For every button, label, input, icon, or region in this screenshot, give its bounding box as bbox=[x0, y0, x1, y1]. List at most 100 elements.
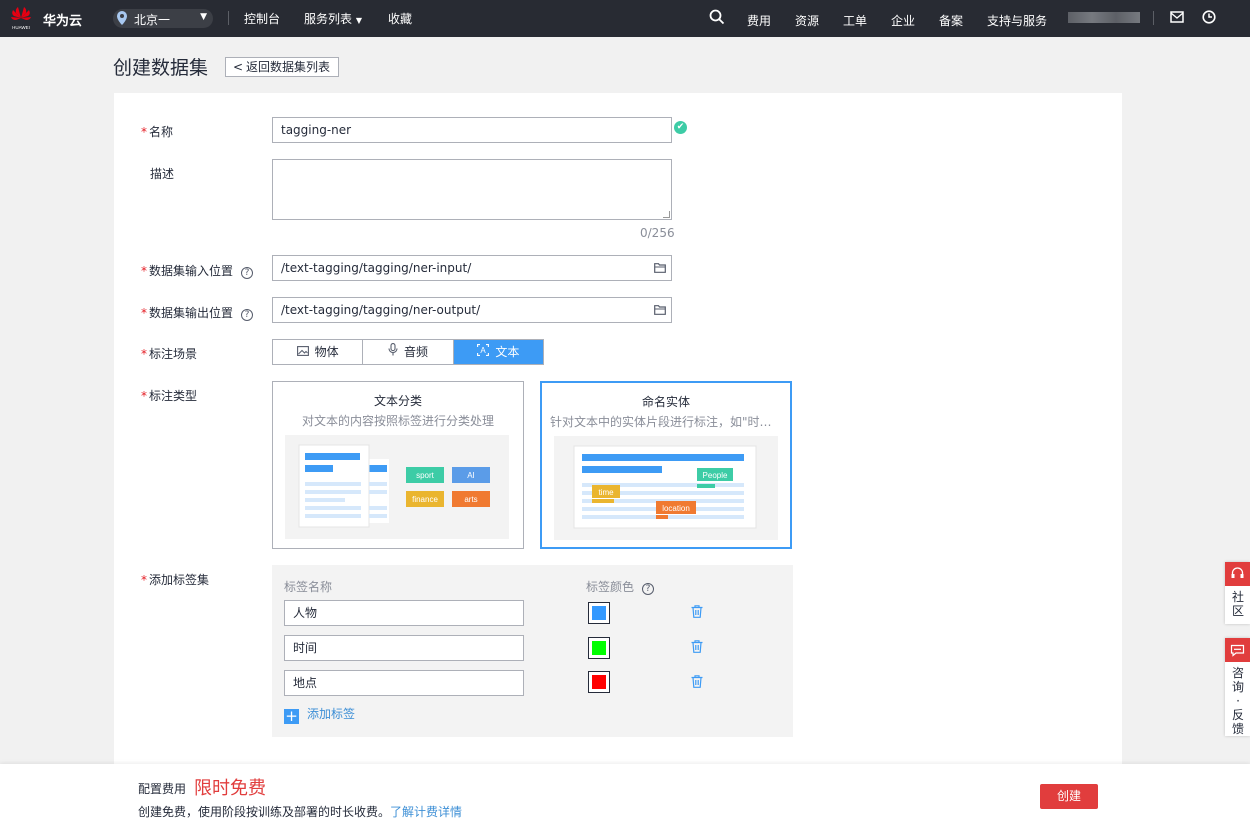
svg-text:AI: AI bbox=[467, 471, 475, 480]
fee-label: 配置费用 bbox=[138, 782, 187, 796]
add-tag-button[interactable]: + 添加标签 bbox=[284, 705, 355, 724]
nav-favorites[interactable]: 收藏 bbox=[388, 10, 412, 27]
svg-text:location: location bbox=[662, 504, 690, 513]
microphone-icon bbox=[388, 343, 398, 356]
nav-fees[interactable]: 费用 bbox=[747, 12, 771, 29]
scene-label-text: 标注场景 bbox=[149, 347, 198, 361]
input-location-label-text: 数据集输入位置 bbox=[149, 264, 234, 278]
help-icon[interactable]: ? bbox=[241, 267, 254, 279]
clock-icon[interactable] bbox=[1202, 10, 1216, 24]
name-input[interactable]: tagging-ner bbox=[272, 117, 672, 143]
svg-text:People: People bbox=[703, 471, 728, 480]
tag-color-picker[interactable] bbox=[588, 671, 610, 693]
tag-name-input[interactable]: 人物 bbox=[284, 600, 524, 626]
delete-icon[interactable] bbox=[691, 675, 703, 688]
nav-enterprise[interactable]: 企业 bbox=[891, 12, 915, 29]
feedback-side-tab[interactable]: 咨询·反馈 bbox=[1225, 638, 1250, 736]
back-to-dataset-list-button[interactable]: < 返回数据集列表 bbox=[225, 57, 339, 77]
tag-set-panel: 标签名称 标签颜色? 人物 时间 地点 + 添加标签 bbox=[272, 565, 793, 737]
type-card-text-classification[interactable]: 文本分类 对文本的内容按照标签进行分类处理 sport AI finance a bbox=[272, 381, 524, 549]
tag-set-label-text: 添加标签集 bbox=[149, 573, 210, 587]
scene-option-text-label: 文本 bbox=[495, 345, 520, 359]
page-title: 创建数据集 bbox=[113, 57, 209, 79]
tag-color-picker[interactable] bbox=[588, 637, 610, 659]
community-side-tab[interactable]: 社区 bbox=[1225, 562, 1250, 624]
name-label-text: 名称 bbox=[149, 125, 174, 139]
svg-text:HUAWEI: HUAWEI bbox=[12, 25, 30, 30]
description-textarea[interactable] bbox=[272, 159, 672, 220]
color-swatch bbox=[592, 606, 606, 620]
annotation-type-label: * 标注类型 bbox=[141, 387, 197, 404]
divider bbox=[228, 11, 229, 25]
help-icon[interactable]: ? bbox=[241, 309, 254, 321]
region-label: 北京一 bbox=[134, 13, 171, 27]
message-icon[interactable] bbox=[1170, 10, 1184, 24]
named-entity-illustration: People time location bbox=[554, 436, 778, 540]
folder-icon[interactable] bbox=[654, 263, 666, 273]
output-location-label-text: 数据集输出位置 bbox=[149, 306, 234, 320]
name-label: * 名称 bbox=[141, 123, 173, 140]
help-icon[interactable]: ? bbox=[642, 583, 655, 595]
nav-service-list-label: 服务列表 bbox=[304, 12, 353, 26]
location-pin-icon bbox=[117, 11, 127, 25]
top-nav: HUAWEI 华为云 北京一 ▼ 控制台 服务列表 ▼ 收藏 费用 资源 工单 … bbox=[0, 0, 1250, 37]
pricing-details-link[interactable]: 了解计费详情 bbox=[390, 805, 462, 819]
svg-text:A: A bbox=[481, 346, 487, 355]
scene-segmented-control: 物体 音频 A 文本 bbox=[272, 339, 544, 365]
svg-text:finance: finance bbox=[412, 495, 438, 504]
type-card-title: 命名实体 bbox=[641, 395, 690, 409]
required-mark: * bbox=[141, 306, 147, 320]
fee-note: 创建免费，使用阶段按训练及部署的时长收费。了解计费详情 bbox=[138, 803, 462, 820]
huawei-logo[interactable]: HUAWEI bbox=[10, 5, 32, 31]
svg-text:time: time bbox=[598, 488, 614, 497]
chevron-left-icon: < bbox=[233, 60, 244, 74]
nav-filing[interactable]: 备案 bbox=[939, 12, 963, 29]
input-location-value: /text-tagging/tagging/ner-input/ bbox=[281, 261, 472, 275]
resize-handle[interactable] bbox=[663, 211, 670, 218]
color-swatch bbox=[592, 675, 606, 689]
svg-text:sport: sport bbox=[416, 471, 435, 480]
search-icon[interactable] bbox=[709, 9, 725, 25]
delete-icon[interactable] bbox=[691, 605, 703, 618]
divider bbox=[1153, 11, 1154, 25]
scene-option-audio[interactable]: 音频 bbox=[363, 340, 454, 364]
description-counter: 0/256 bbox=[640, 226, 675, 240]
required-mark: * bbox=[141, 347, 147, 361]
type-card-description: 对文本的内容按照标签进行分类处理 bbox=[301, 414, 494, 428]
scene-option-object-label: 物体 bbox=[314, 345, 339, 359]
type-card-description: 针对文本中的实体片段进行标注，如"时间"、"地点"等 bbox=[550, 415, 782, 429]
tag-name-input[interactable]: 时间 bbox=[284, 635, 524, 661]
nav-console[interactable]: 控制台 bbox=[244, 10, 280, 27]
tag-color-picker[interactable] bbox=[588, 602, 610, 624]
fee-value: 限时免费 bbox=[194, 778, 266, 799]
community-label: 社区 bbox=[1232, 590, 1245, 618]
user-account-blurred[interactable] bbox=[1068, 12, 1140, 23]
text-icon: A bbox=[477, 344, 490, 356]
output-location-value: /text-tagging/tagging/ner-output/ bbox=[281, 303, 481, 317]
region-selector[interactable]: 北京一 ▼ bbox=[113, 9, 213, 28]
nav-service-list[interactable]: 服务列表 ▼ bbox=[304, 10, 362, 27]
plus-icon: + bbox=[284, 707, 299, 725]
nav-tickets[interactable]: 工单 bbox=[843, 12, 867, 29]
required-mark: * bbox=[141, 125, 147, 139]
footer-bar: 配置费用 限时免费 创建免费，使用阶段按训练及部署的时长收费。了解计费详情 创建 bbox=[0, 764, 1250, 823]
scene-option-object[interactable]: 物体 bbox=[273, 340, 364, 364]
brand-name[interactable]: 华为云 bbox=[43, 10, 82, 29]
headset-icon bbox=[1225, 562, 1250, 586]
tag-name-input[interactable]: 地点 bbox=[284, 670, 524, 696]
folder-icon[interactable] bbox=[654, 305, 666, 315]
text-classification-illustration: sport AI finance arts bbox=[285, 435, 509, 539]
input-location-field[interactable]: /text-tagging/tagging/ner-input/ bbox=[272, 255, 672, 281]
nav-support[interactable]: 支持与服务 bbox=[987, 12, 1047, 29]
delete-icon[interactable] bbox=[691, 640, 703, 653]
annotation-type-label-text: 标注类型 bbox=[149, 389, 198, 403]
tag-set-label: * 添加标签集 bbox=[141, 571, 209, 588]
scene-option-audio-label: 音频 bbox=[403, 345, 428, 359]
output-location-field[interactable]: /text-tagging/tagging/ner-output/ bbox=[272, 297, 672, 323]
nav-resources[interactable]: 资源 bbox=[795, 12, 819, 29]
scene-option-text[interactable]: A 文本 bbox=[453, 340, 543, 364]
chat-icon bbox=[1225, 638, 1250, 662]
create-button[interactable]: 创建 bbox=[1040, 784, 1098, 809]
type-card-named-entity[interactable]: 命名实体 针对文本中的实体片段进行标注，如"时间"、"地点"等 People t… bbox=[540, 381, 792, 549]
feedback-label: 咨询·反馈 bbox=[1232, 666, 1245, 736]
